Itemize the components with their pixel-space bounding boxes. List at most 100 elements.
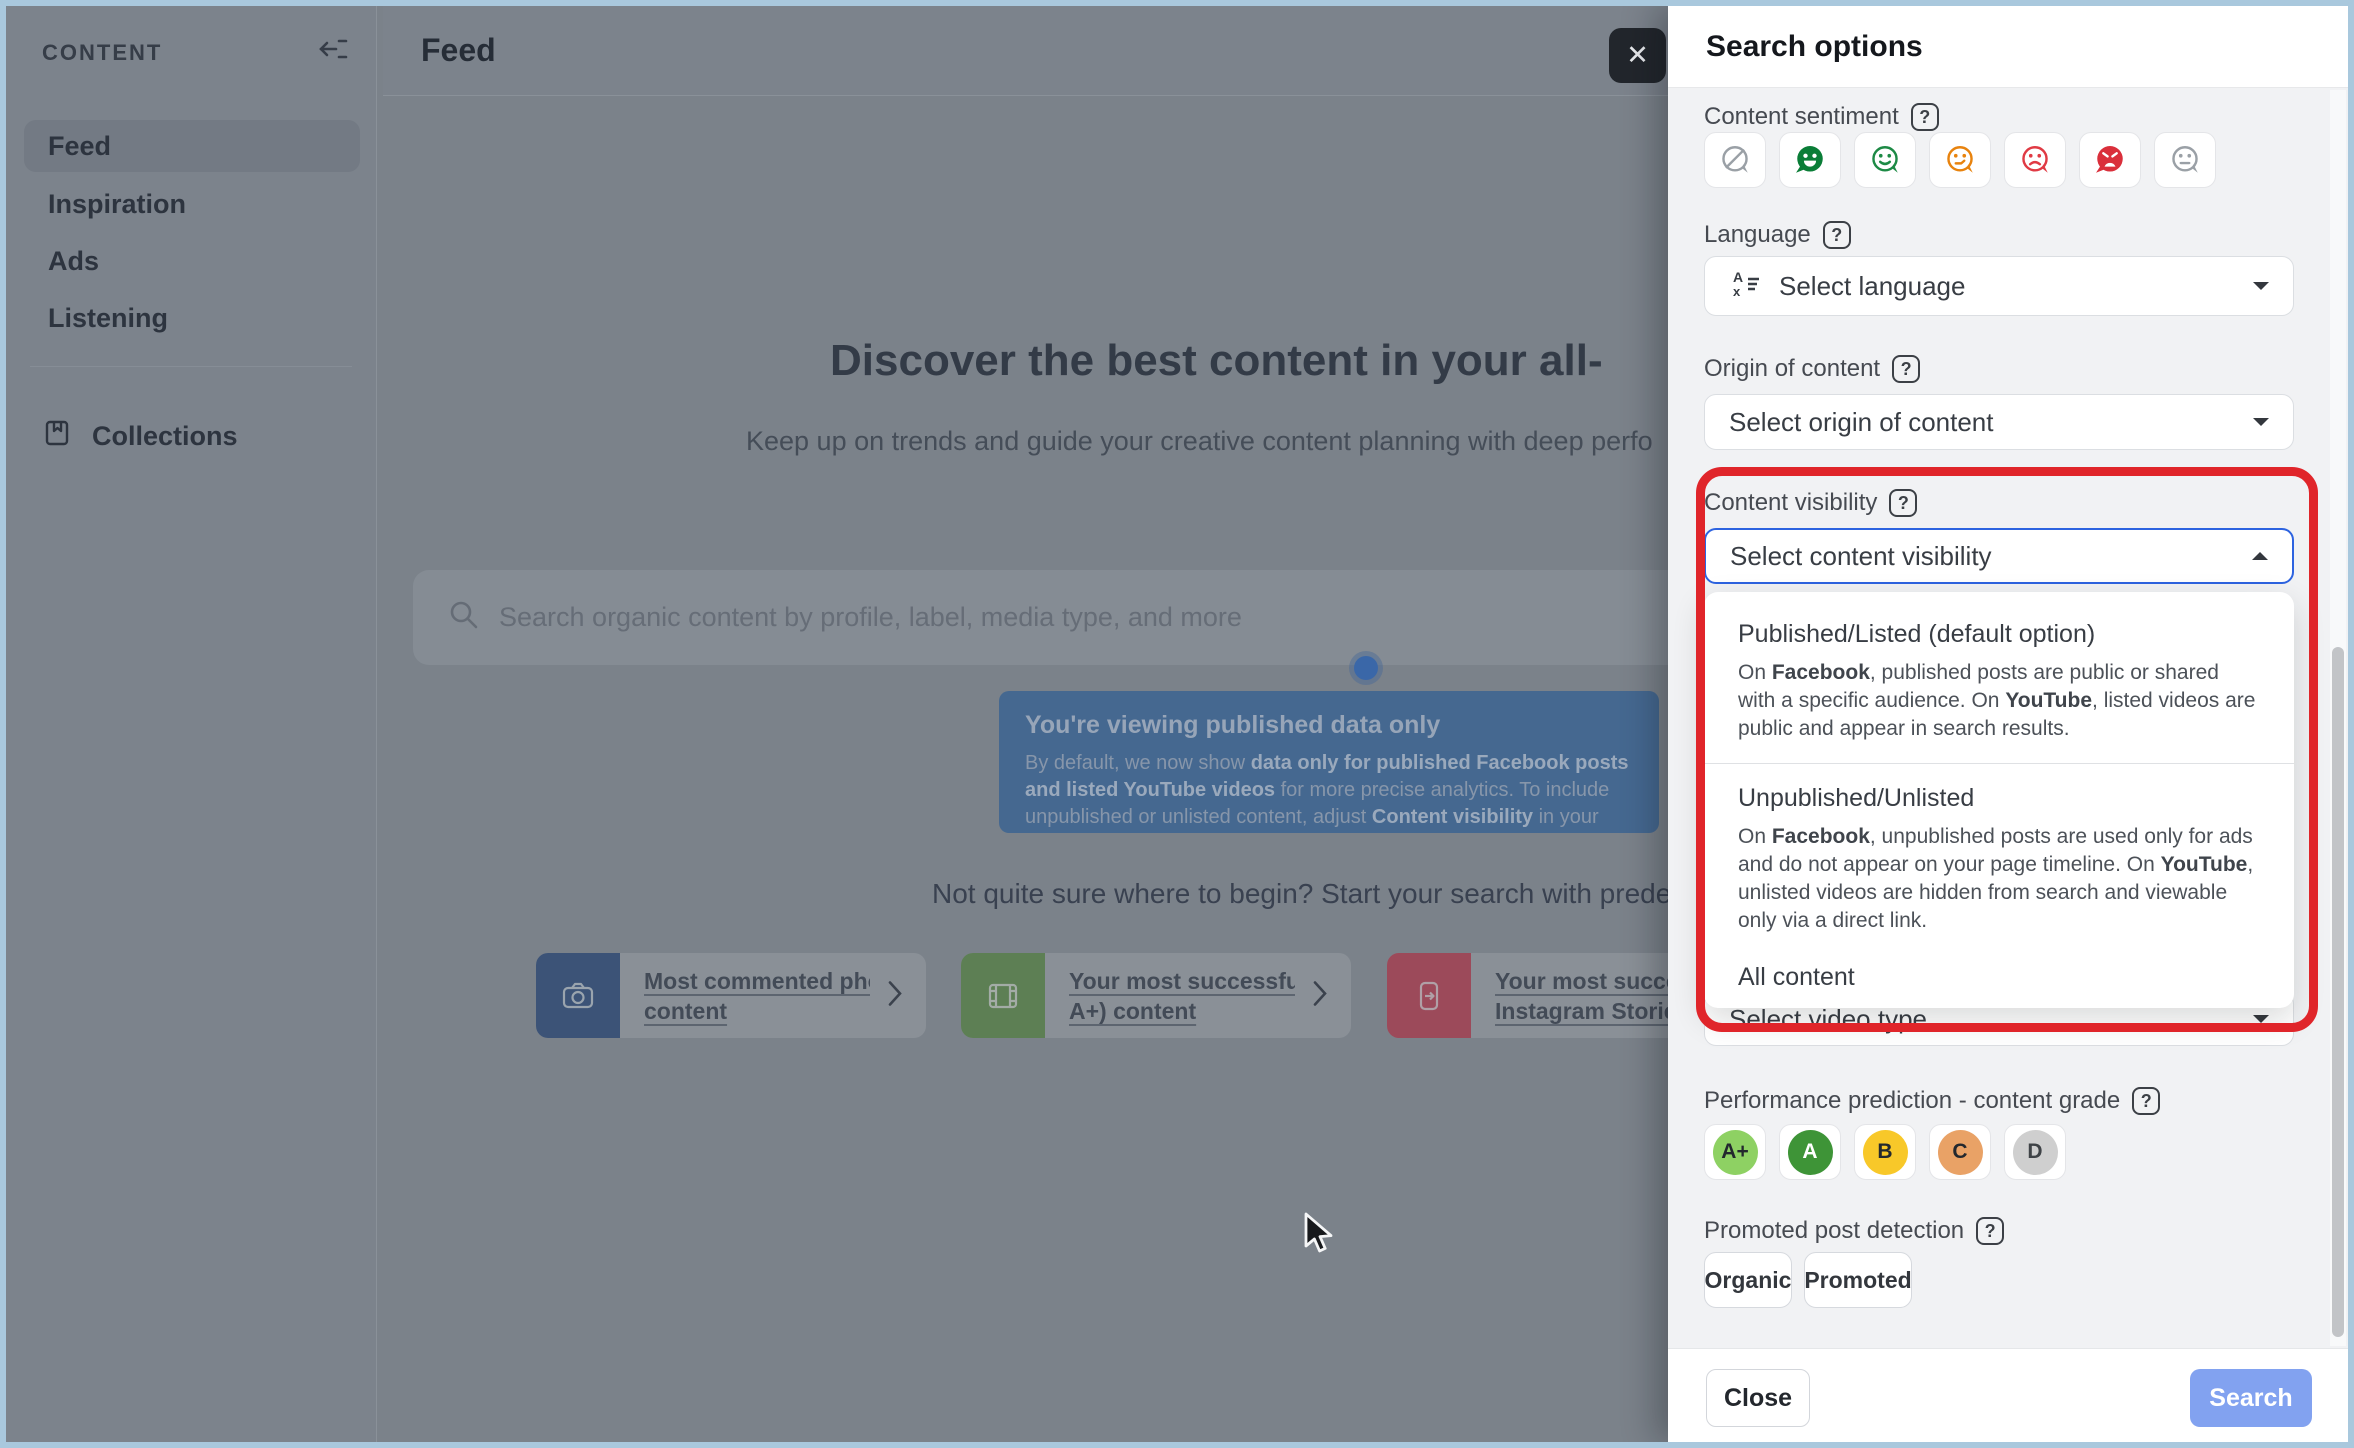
sentiment-negative-icon: [2018, 143, 2052, 177]
sentiment-unrecognized-icon: [1718, 143, 1752, 177]
chevron-up-icon: [2252, 544, 2268, 560]
hero-subheading: Keep up on trends and guide your creativ…: [746, 426, 1653, 457]
stories-icon: [1387, 953, 1471, 1038]
collapse-sidebar-button[interactable]: [314, 32, 352, 70]
sidebar-item-label: Listening: [48, 303, 168, 334]
app-window: CONTENT Feed Inspiration Ads Listening C…: [0, 0, 2354, 1448]
search-placeholder: Search organic content by profile, label…: [499, 602, 1242, 633]
origin-select[interactable]: Select origin of content: [1704, 394, 2294, 450]
svg-text:A: A: [1733, 269, 1743, 285]
option-title: Unpublished/Unlisted: [1738, 784, 2260, 813]
drawer-close-button[interactable]: ✕: [1609, 28, 1666, 83]
drawer-scrollbar-track[interactable]: [2330, 90, 2346, 1346]
grade-badge: D: [2013, 1130, 2058, 1175]
sidebar-item-collections[interactable]: Collections: [24, 410, 360, 462]
sidebar-divider: [30, 366, 352, 367]
close-button[interactable]: Close: [1706, 1369, 1810, 1427]
organic-filter-button[interactable]: Organic: [1704, 1252, 1792, 1308]
visibility-option-published[interactable]: Published/Listed (default option) On Fac…: [1738, 620, 2260, 743]
grade-a-button[interactable]: A: [1779, 1124, 1841, 1180]
grade-badge: C: [1938, 1130, 1983, 1175]
grade-c-button[interactable]: C: [1929, 1124, 1991, 1180]
sentiment-unrated-button[interactable]: [2154, 132, 2216, 188]
help-icon[interactable]: ?: [1889, 489, 1917, 517]
promoted-post-detection-label: Promoted post detection ?: [1704, 1216, 2004, 1246]
language-select-value: Select language: [1779, 271, 2237, 302]
content-visibility-select[interactable]: Select content visibility: [1704, 528, 2294, 584]
performance-prediction-label: Performance prediction - content grade ?: [1704, 1086, 2160, 1116]
grade-b-button[interactable]: B: [1854, 1124, 1916, 1180]
language-select[interactable]: A x Select language: [1704, 256, 2294, 316]
sidebar-item-ads[interactable]: Ads: [24, 235, 360, 287]
button-label: Organic: [1705, 1267, 1792, 1294]
predefined-search-prompt: Not quite sure where to begin? Start you…: [932, 878, 1685, 910]
option-title: Published/Listed (default option): [1738, 620, 2260, 649]
button-label: Search: [2209, 1384, 2292, 1413]
chevron-right-icon: [1313, 980, 1327, 1011]
sentiment-negative-button[interactable]: [2004, 132, 2066, 188]
sentiment-neutral-icon: [1943, 143, 1977, 177]
search-options-drawer: Search options Content sentiment ?: [1668, 6, 2348, 1442]
search-icon: [447, 598, 481, 637]
help-icon[interactable]: ?: [1892, 355, 1920, 383]
predefined-card-most-commented-photo[interactable]: Most commented photocontent: [536, 953, 926, 1038]
sidebar-item-inspiration[interactable]: Inspiration: [24, 178, 360, 230]
language-label: Language ?: [1704, 220, 1851, 250]
sentiment-neutral-button[interactable]: [1929, 132, 1991, 188]
camera-icon: [536, 953, 620, 1038]
sidebar-item-label: Feed: [48, 131, 111, 162]
grade-d-button[interactable]: D: [2004, 1124, 2066, 1180]
collections-icon: [42, 418, 72, 455]
sidebar: CONTENT Feed Inspiration Ads Listening C…: [6, 6, 377, 1442]
sidebar-item-label: Ads: [48, 246, 99, 277]
grade-badge: B: [1863, 1130, 1908, 1175]
grade-badge: A: [1788, 1130, 1833, 1175]
sidebar-item-label: Collections: [92, 421, 238, 452]
sentiment-positive-button[interactable]: [1854, 132, 1916, 188]
button-label: Promoted: [1804, 1267, 1911, 1294]
onboarding-beacon-dot[interactable]: [1354, 656, 1378, 680]
grade-a-plus-button[interactable]: A+: [1704, 1124, 1766, 1180]
sentiment-very-negative-icon: [2093, 143, 2127, 177]
sentiment-unrated-icon: [2168, 143, 2202, 177]
sentiment-very-positive-icon: [1793, 143, 1827, 177]
sidebar-item-listening[interactable]: Listening: [24, 292, 360, 344]
chevron-down-icon: [2253, 1015, 2269, 1031]
chevron-down-icon: [2253, 282, 2269, 298]
close-icon: ✕: [1626, 40, 1649, 71]
option-description: On Facebook, published posts are public …: [1738, 659, 2260, 743]
drawer-scrollbar-thumb[interactable]: [2332, 647, 2344, 1337]
predefined-card-most-successful-content[interactable]: Your most successful (A/A+) content: [961, 953, 1351, 1038]
promoted-filter-button[interactable]: Promoted: [1804, 1252, 1912, 1308]
search-button[interactable]: Search: [2190, 1369, 2312, 1427]
grade-badge: A+: [1713, 1130, 1758, 1175]
sentiment-unrecognized-button[interactable]: [1704, 132, 1766, 188]
video-type-select-value: Select video type: [1729, 1004, 2237, 1035]
drawer-header: Search options: [1668, 6, 2348, 88]
translate-icon: A x: [1729, 267, 1763, 306]
origin-select-value: Select origin of content: [1729, 407, 2237, 438]
sidebar-item-label: Inspiration: [48, 189, 186, 220]
sidebar-section-label: CONTENT: [42, 40, 162, 66]
help-icon[interactable]: ?: [1976, 1217, 2004, 1245]
option-description: On Facebook, unpublished posts are used …: [1738, 823, 2260, 935]
visibility-option-all-content[interactable]: All content: [1738, 963, 2260, 992]
card-title: Your most successful (A/A+) content: [1069, 966, 1295, 1026]
help-icon[interactable]: ?: [2132, 1087, 2160, 1115]
sidebar-item-feed[interactable]: Feed: [24, 120, 360, 172]
sentiment-very-positive-button[interactable]: [1779, 132, 1841, 188]
svg-text:x: x: [1733, 284, 1741, 299]
content-sentiment-label: Content sentiment ?: [1704, 102, 1939, 132]
popover-divider: [1704, 763, 2294, 764]
origin-of-content-label: Origin of content ?: [1704, 354, 1920, 384]
hero-heading: Discover the best content in your all-: [830, 336, 1603, 386]
help-icon[interactable]: ?: [1911, 103, 1939, 131]
drawer-title: Search options: [1706, 30, 1923, 64]
help-icon[interactable]: ?: [1823, 221, 1851, 249]
sentiment-very-negative-button[interactable]: [2079, 132, 2141, 188]
chevron-right-icon: [888, 980, 902, 1011]
button-label: Close: [1724, 1384, 1792, 1413]
drawer-footer: Close Search: [1668, 1348, 2348, 1442]
visibility-option-unpublished[interactable]: Unpublished/Unlisted On Facebook, unpubl…: [1738, 784, 2260, 935]
notice-title: You're viewing published data only: [1025, 711, 1633, 740]
